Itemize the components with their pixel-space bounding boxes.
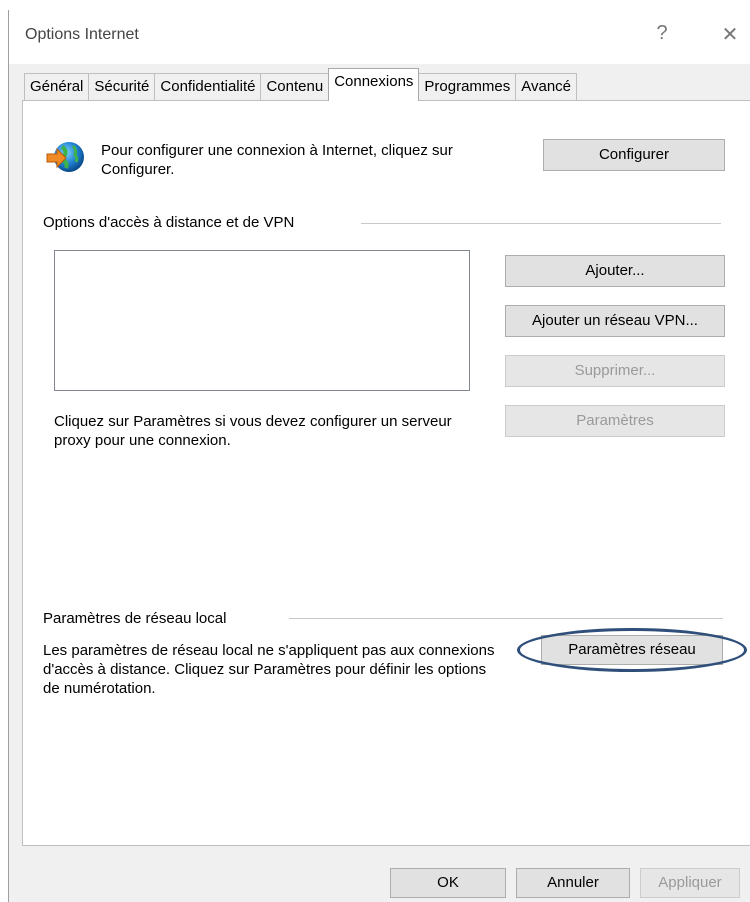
settings-button[interactable]: Paramètres	[505, 405, 725, 437]
remove-button[interactable]: Supprimer...	[505, 355, 725, 387]
tab-general[interactable]: Général	[24, 73, 90, 100]
globe-arrow-icon	[45, 137, 85, 181]
tab-privacy[interactable]: Confidentialité	[154, 73, 262, 100]
highlight-oval	[517, 628, 747, 672]
tab-content[interactable]: Contenu	[260, 73, 330, 100]
ok-button[interactable]: OK	[390, 868, 506, 898]
tab-advanced[interactable]: Avancé	[515, 73, 578, 100]
configure-button[interactable]: Configurer	[543, 139, 725, 171]
add-button[interactable]: Ajouter...	[505, 255, 725, 287]
lan-group-label: Paramètres de réseau local	[43, 610, 227, 627]
tab-bar: Général Sécurité Confidentialité Contenu…	[24, 68, 578, 101]
help-button[interactable]: ?	[647, 22, 677, 45]
lan-group-divider	[289, 618, 723, 619]
tab-connections[interactable]: Connexions	[328, 68, 420, 101]
dialup-group-label: Options d'accès à distance et de VPN	[43, 214, 295, 231]
connections-panel: Pour configurer une connexion à Internet…	[22, 100, 750, 846]
lan-text: Les paramètres de réseau local ne s'appl…	[43, 642, 495, 697]
connections-listbox[interactable]	[54, 250, 470, 391]
tab-programs[interactable]: Programmes	[418, 73, 517, 100]
title-bar: Options Internet ? ✕	[9, 10, 750, 64]
apply-button[interactable]: Appliquer	[640, 868, 740, 898]
add-vpn-button[interactable]: Ajouter un réseau VPN...	[505, 305, 725, 337]
setup-text: Pour configurer une connexion à Internet…	[101, 142, 453, 178]
internet-options-window: Options Internet ? ✕ Général Sécurité Co…	[8, 10, 750, 902]
proxy-text: Cliquez sur Paramètres si vous devez con…	[54, 413, 452, 449]
dialup-group-divider	[361, 223, 721, 224]
close-button[interactable]: ✕	[715, 22, 745, 47]
tab-security[interactable]: Sécurité	[88, 73, 156, 100]
window-title: Options Internet	[25, 26, 139, 43]
cancel-button[interactable]: Annuler	[516, 868, 630, 898]
